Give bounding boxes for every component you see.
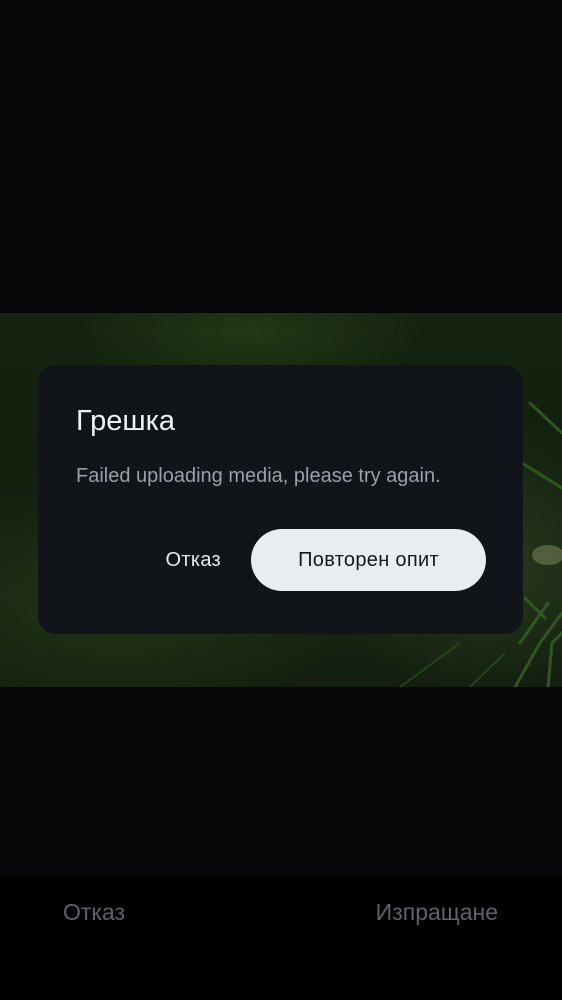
bottom-action-bar: Отказ Изпращане: [0, 875, 562, 1000]
error-dialog: Грешка Failed uploading media, please tr…: [38, 365, 523, 634]
send-button[interactable]: Изпращане: [376, 897, 498, 927]
dialog-title: Грешка: [76, 405, 176, 437]
dialog-message: Failed uploading media, please try again…: [76, 465, 441, 487]
cancel-button[interactable]: Отказ: [63, 897, 125, 927]
dialog-actions: Отказ Повторен опит: [146, 529, 486, 591]
screen: Грешка Failed uploading media, please tr…: [0, 0, 562, 1000]
dialog-cancel-button[interactable]: Отказ: [146, 529, 241, 591]
dialog-retry-button[interactable]: Повторен опит: [251, 529, 486, 591]
